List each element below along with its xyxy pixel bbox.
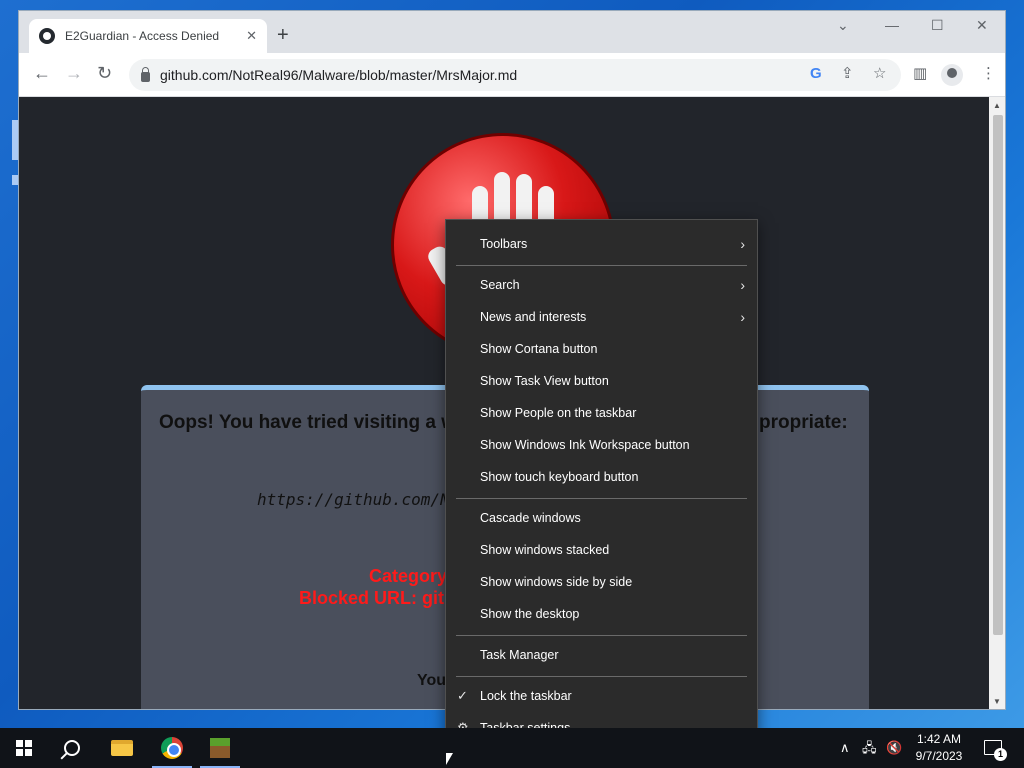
back-icon[interactable]: ← xyxy=(33,63,51,83)
menu-item-label: Show windows side by side xyxy=(480,575,633,589)
system-clock[interactable]: 1:42 AM 9/7/2023 xyxy=(910,731,968,765)
tab-strip: E2Guardian - Access Denied ✕ + ⌄ — ☐ ✕ xyxy=(19,11,1005,53)
clock-time: 1:42 AM xyxy=(916,732,962,746)
menu-item-cascade-windows[interactable]: Cascade windows xyxy=(446,502,757,534)
menu-item-label: Show People on the taskbar xyxy=(480,406,637,420)
close-window-icon[interactable]: ✕ xyxy=(976,17,988,34)
menu-item-show-touch-keyboard[interactable]: Show touch keyboard button xyxy=(446,461,757,493)
clock-date: 9/7/2023 xyxy=(915,749,963,763)
menu-separator xyxy=(456,265,747,266)
category-label: Category xyxy=(369,566,448,586)
network-icon[interactable]: 🖧 xyxy=(862,740,877,756)
chevron-right-icon: › xyxy=(740,277,745,293)
menu-item-show-cortana[interactable]: Show Cortana button xyxy=(446,333,757,365)
menu-item-label: Task Manager xyxy=(480,648,559,662)
scroll-up-icon[interactable]: ▲ xyxy=(993,101,1001,110)
share-icon[interactable]: ⇪ xyxy=(841,66,854,82)
footer-text: You xyxy=(417,672,447,689)
menu-kebab-icon[interactable]: ⋮ xyxy=(981,66,996,82)
search-icon xyxy=(64,740,80,756)
reload-icon[interactable]: ↻ xyxy=(97,63,112,83)
windows-logo-icon xyxy=(16,740,32,756)
maximize-icon[interactable]: ☐ xyxy=(931,17,944,34)
menu-separator xyxy=(456,635,747,636)
menu-item-label: Show the desktop xyxy=(480,607,580,621)
menu-separator xyxy=(456,498,747,499)
chevron-right-icon: › xyxy=(740,236,745,252)
tab-close-icon[interactable]: ✕ xyxy=(246,28,257,44)
scrollbar-thumb[interactable] xyxy=(993,115,1003,635)
new-tab-icon[interactable]: + xyxy=(277,25,289,45)
side-panel-icon[interactable]: ▥ xyxy=(913,66,927,82)
menu-item-label: Show Windows Ink Workspace button xyxy=(480,438,690,452)
menu-item-side-by-side[interactable]: Show windows side by side xyxy=(446,566,757,598)
scroll-down-icon[interactable]: ▼ xyxy=(993,697,1001,706)
bookmark-star-icon[interactable]: ☆ xyxy=(873,66,886,82)
show-hidden-icons-chevron-icon[interactable]: ∧ xyxy=(840,740,850,756)
browser-toolbar: ← → ↻ github.com/NotReal96/Malware/blob/… xyxy=(19,53,1005,97)
menu-item-task-manager[interactable]: Task Manager xyxy=(446,639,757,671)
denied-heading-right: propriate: xyxy=(759,412,848,433)
menu-item-show-task-view[interactable]: Show Task View button xyxy=(446,365,757,397)
menu-item-windows-stacked[interactable]: Show windows stacked xyxy=(446,534,757,566)
menu-item-label: Show windows stacked xyxy=(480,543,610,557)
menu-item-label: Toolbars xyxy=(480,237,528,251)
taskbar-file-explorer[interactable] xyxy=(98,728,146,768)
taskbar-context-menu: Toolbars › Search › News and interests ›… xyxy=(445,219,758,752)
denied-heading-left: Oops! You have tried visiting a w xyxy=(159,412,457,433)
menu-item-lock-taskbar[interactable]: ✓ Lock the taskbar xyxy=(446,680,757,712)
minimize-icon[interactable]: — xyxy=(885,17,899,33)
minecraft-icon xyxy=(210,738,230,758)
notification-count-badge: 1 xyxy=(994,748,1007,761)
blocked-url-label: Blocked URL: git xyxy=(299,588,445,608)
tab-title: E2Guardian - Access Denied xyxy=(65,29,220,43)
mouse-cursor xyxy=(446,753,453,765)
chevron-right-icon: › xyxy=(740,309,745,325)
menu-item-show-people[interactable]: Show People on the taskbar xyxy=(446,397,757,429)
tab-search-chevron-icon[interactable]: ⌄ xyxy=(837,17,849,34)
taskbar-minecraft[interactable] xyxy=(196,728,244,768)
menu-item-label: Show Task View button xyxy=(480,374,609,388)
google-lens-icon[interactable]: G xyxy=(810,66,822,82)
taskbar-chrome[interactable] xyxy=(148,728,196,768)
checkmark-icon: ✓ xyxy=(457,688,468,703)
menu-item-toolbars[interactable]: Toolbars › xyxy=(446,228,757,260)
file-explorer-icon xyxy=(111,740,133,756)
forward-icon[interactable]: → xyxy=(65,63,83,83)
volume-muted-icon[interactable]: 🔇 xyxy=(886,740,902,756)
menu-item-show-desktop[interactable]: Show the desktop xyxy=(446,598,757,630)
menu-item-show-ink-workspace[interactable]: Show Windows Ink Workspace button xyxy=(446,429,757,461)
menu-separator xyxy=(456,676,747,677)
browser-tab[interactable]: E2Guardian - Access Denied ✕ xyxy=(29,19,267,53)
menu-item-label: Lock the taskbar xyxy=(480,689,572,703)
page-scrollbar[interactable]: ▲ ▼ xyxy=(989,97,1005,709)
menu-item-label: Show touch keyboard button xyxy=(480,470,639,484)
taskbar[interactable]: ∧ 🖧 🔇 1:42 AM 9/7/2023 1 xyxy=(0,728,1024,768)
lock-icon[interactable] xyxy=(141,67,150,82)
taskbar-search-button[interactable] xyxy=(48,728,96,768)
menu-item-label: News and interests xyxy=(480,310,587,324)
chrome-icon xyxy=(161,737,183,759)
menu-item-label: Cascade windows xyxy=(480,511,581,525)
url-text: github.com/NotReal96/Malware/blob/master… xyxy=(160,67,518,83)
menu-item-label: Show Cortana button xyxy=(480,342,598,356)
profile-avatar-icon[interactable] xyxy=(941,64,963,86)
menu-item-search[interactable]: Search › xyxy=(446,269,757,301)
menu-item-label: Search xyxy=(480,278,520,292)
github-favicon-icon xyxy=(39,28,55,44)
address-bar[interactable]: github.com/NotReal96/Malware/blob/master… xyxy=(129,59,901,91)
start-button[interactable] xyxy=(0,728,48,768)
menu-item-news-and-interests[interactable]: News and interests › xyxy=(446,301,757,333)
